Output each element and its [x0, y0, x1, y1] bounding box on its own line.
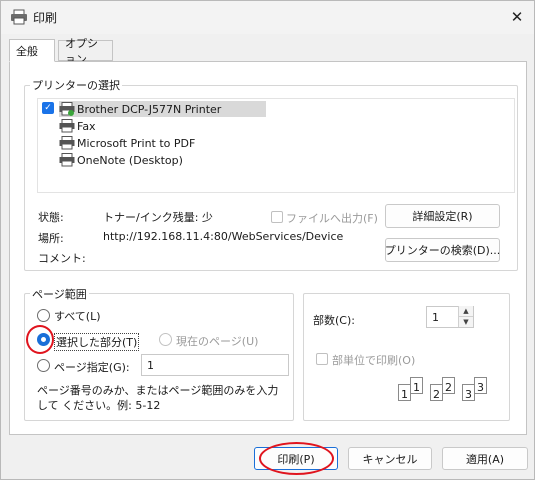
cancel-button[interactable]: キャンセル: [348, 447, 432, 470]
status-label: 状態:: [38, 211, 64, 224]
printer-icon: [59, 136, 75, 150]
printer-select-legend: プリンターの選択: [30, 77, 122, 93]
copies-spinner[interactable]: ▲ ▼: [458, 306, 473, 327]
tab-general[interactable]: 全般: [9, 39, 55, 62]
collate-label: 部単位で印刷(O): [332, 354, 416, 367]
printer-icon: [59, 153, 75, 167]
status-value: トナー/インク残量: 少: [103, 211, 213, 224]
printer-name: Microsoft Print to PDF: [77, 136, 196, 150]
collate-page-icon: 3: [474, 377, 487, 394]
print-button[interactable]: 印刷(P): [254, 447, 338, 470]
printer-item-onenote[interactable]: OneNote (Desktop): [59, 152, 183, 168]
comment-label: コメント:: [38, 252, 86, 265]
spin-down-icon[interactable]: ▼: [459, 317, 473, 327]
range-selection-radio[interactable]: [37, 333, 50, 346]
close-icon: ✕: [510, 8, 524, 26]
range-current-radio[interactable]: [159, 333, 172, 346]
copies-value: 1: [432, 310, 439, 324]
print-to-file-checkbox[interactable]: [271, 211, 283, 223]
page-range-legend: ページ範囲: [30, 286, 89, 302]
tab-options[interactable]: オプション: [58, 37, 113, 66]
range-all-radio[interactable]: [37, 309, 50, 322]
default-printer-check: ✓: [42, 102, 54, 114]
range-pages-label: ページ指定(G):: [54, 361, 130, 374]
printer-icon: [11, 9, 27, 25]
find-printer-button[interactable]: プリンターの検索(D)...: [385, 238, 500, 262]
title-bar: 印刷 ✕: [1, 1, 534, 34]
copies-label: 部数(C):: [313, 314, 355, 327]
printer-name: OneNote (Desktop): [77, 153, 183, 167]
preferences-button[interactable]: 詳細設定(R): [385, 204, 500, 228]
fax-icon: [59, 119, 75, 133]
range-selection-label: 選択した部分(T): [54, 333, 140, 351]
location-label: 場所:: [38, 232, 64, 245]
page-range-input[interactable]: 1: [141, 354, 289, 376]
range-current-label: 現在のページ(U): [176, 335, 259, 348]
printer-name: Fax: [77, 119, 96, 133]
page-range-hint: ページ番号のみか、またはページ範囲のみを入力して ください。例: 5-12: [37, 384, 279, 412]
printer-item-fax[interactable]: Fax: [59, 118, 96, 134]
location-value: http://192.168.11.4:80/WebServices/Devic…: [103, 230, 344, 243]
window-title: 印刷: [33, 11, 58, 25]
range-all-label: すべて(L): [54, 310, 101, 323]
spin-up-icon[interactable]: ▲: [459, 306, 473, 317]
collate-checkbox[interactable]: [316, 353, 328, 365]
range-pages-radio[interactable]: [37, 359, 50, 372]
printer-item-brother[interactable]: Brother DCP-J577N Printer: [59, 101, 266, 117]
collate-page-icon: 1: [410, 377, 423, 394]
printer-icon: [59, 102, 75, 116]
print-to-file-label: ファイルへ出力(F): [286, 212, 378, 225]
collate-page-icon: 2: [442, 377, 455, 394]
printer-name: Brother DCP-J577N Printer: [77, 102, 222, 116]
printer-item-pdf[interactable]: Microsoft Print to PDF: [59, 135, 195, 151]
tab-general-label: 全般: [16, 44, 38, 58]
print-dialog: 印刷 ✕ 全般 オプション プリンターの選択 ✓ Brother DCP-J57…: [0, 0, 535, 480]
apply-button[interactable]: 適用(A): [442, 447, 528, 470]
close-button[interactable]: ✕: [501, 3, 533, 31]
